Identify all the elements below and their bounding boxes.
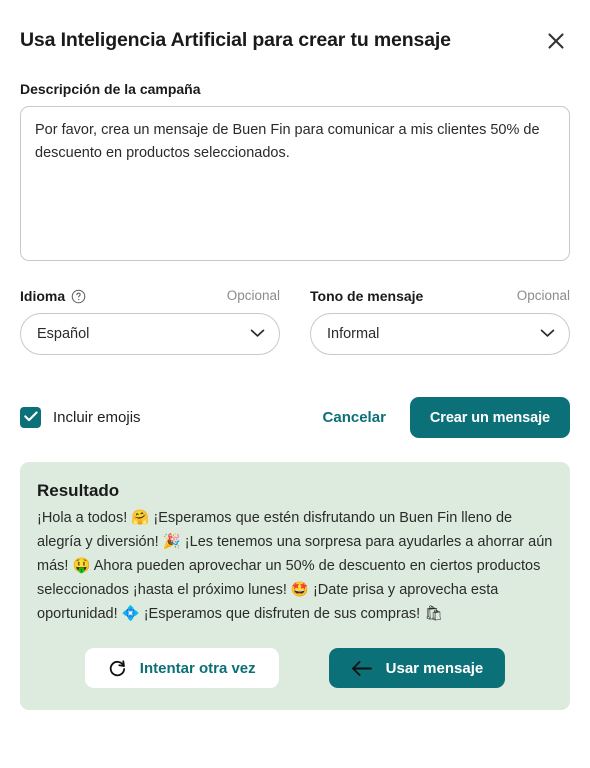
- retry-button[interactable]: Intentar otra vez: [84, 648, 279, 688]
- create-message-button[interactable]: Crear un mensaje: [409, 397, 570, 438]
- arrow-left-icon: [351, 660, 373, 677]
- refresh-icon: [108, 659, 127, 678]
- select-fields-row: Idioma Opcional Español Tono de mensaje …: [20, 266, 570, 355]
- include-emojis-label: Incluir emojis: [53, 408, 141, 426]
- language-label-row: Idioma Opcional: [20, 287, 280, 305]
- campaign-description-label: Descripción de la campaña: [20, 81, 201, 97]
- check-icon: [23, 409, 38, 427]
- close-icon: [546, 31, 566, 51]
- checkbox-visual: [20, 407, 41, 428]
- tone-label: Tono de mensaje: [310, 288, 424, 304]
- campaign-description-label-group: Descripción de la campaña: [20, 80, 201, 98]
- help-circle-icon[interactable]: [71, 289, 86, 304]
- ai-message-modal: Usa Inteligencia Artificial para crear t…: [0, 0, 590, 768]
- modal-header: Usa Inteligencia Artificial para crear t…: [20, 0, 570, 59]
- result-actions-row: Intentar otra vez Usar mensaje: [37, 648, 553, 688]
- use-message-button-label: Usar mensaje: [385, 659, 484, 677]
- primary-actions: Cancelar Crear un mensaje: [313, 397, 570, 438]
- result-panel: Resultado ¡Hola a todos! 🤗 ¡Esperamos qu…: [20, 462, 570, 710]
- campaign-description-field: Descripción de la campaña: [20, 80, 570, 266]
- language-label-group: Idioma: [20, 287, 86, 305]
- tone-label-row: Tono de mensaje Opcional: [310, 287, 570, 305]
- form-actions-row: Incluir emojis Cancelar Crear un mensaje: [20, 397, 570, 438]
- language-optional-tag: Opcional: [226, 288, 280, 303]
- retry-button-label: Intentar otra vez: [139, 659, 256, 677]
- tone-label-group: Tono de mensaje: [310, 287, 423, 305]
- use-message-button[interactable]: Usar mensaje: [328, 648, 506, 688]
- campaign-description-label-row: Descripción de la campaña: [20, 80, 570, 98]
- page-title: Usa Inteligencia Artificial para crear t…: [20, 29, 451, 51]
- campaign-description-input[interactable]: [20, 106, 570, 261]
- tone-select[interactable]: Informal: [310, 313, 570, 355]
- language-field: Idioma Opcional Español: [20, 266, 280, 355]
- tone-field: Tono de mensaje Opcional Informal: [310, 266, 570, 355]
- tone-optional-tag: Opcional: [516, 288, 570, 303]
- tone-select-wrap: Informal: [310, 313, 570, 355]
- language-label: Idioma: [20, 288, 66, 304]
- close-button[interactable]: [542, 27, 570, 55]
- result-title: Resultado: [37, 481, 120, 500]
- cancel-button[interactable]: Cancelar: [313, 401, 396, 434]
- result-message-text: ¡Hola a todos! 🤗 ¡Esperamos que estén di…: [37, 510, 553, 622]
- include-emojis-checkbox[interactable]: Incluir emojis: [20, 407, 141, 428]
- language-select[interactable]: Español: [20, 313, 280, 355]
- language-select-wrap: Español: [20, 313, 280, 355]
